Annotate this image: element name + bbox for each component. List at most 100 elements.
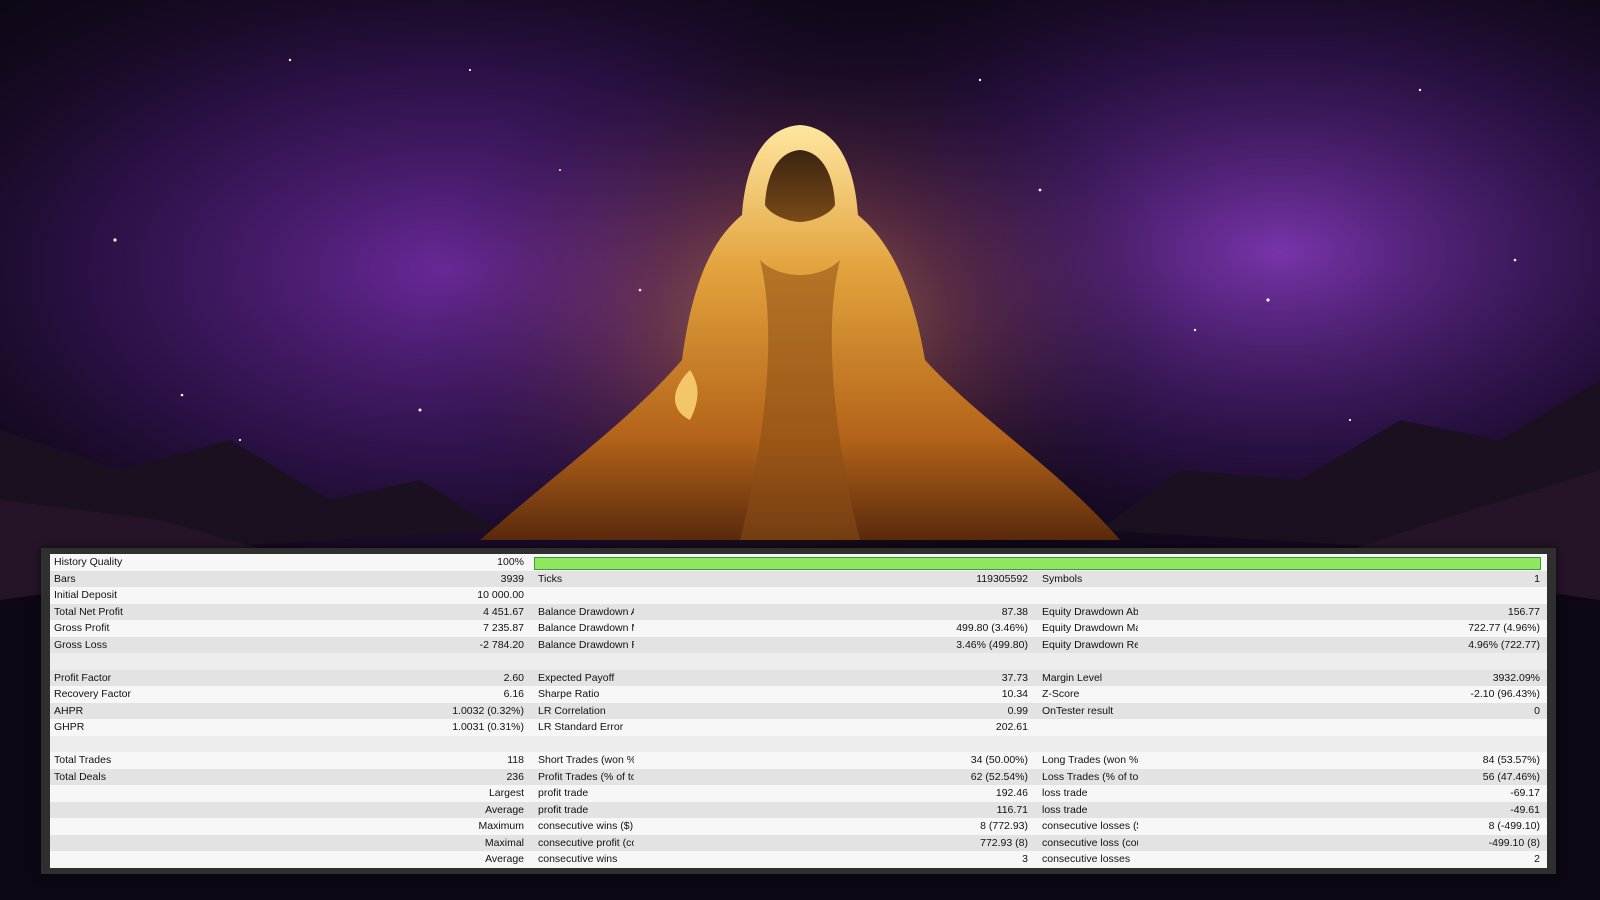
balance-dd-abs-label: Balance Drawdown Absolute <box>534 603 634 620</box>
average-consec-loss-label: consecutive losses <box>1038 851 1138 868</box>
expected-payoff-value: 37.73 <box>634 669 1038 686</box>
average-consec-profit-label: consecutive wins <box>534 851 634 868</box>
ticks-value: 119305592 <box>634 570 1038 587</box>
gross-loss-label: Gross Loss <box>50 636 150 653</box>
equity-dd-abs-label: Equity Drawdown Absolute <box>1038 603 1138 620</box>
equity-dd-rel-label: Equity Drawdown Relative <box>1038 636 1138 653</box>
largest-loss-value: -69.17 <box>1138 785 1547 802</box>
symbols-label: Symbols <box>1038 570 1138 587</box>
lr-std-error-value: 202.61 <box>634 719 1038 736</box>
row-maximal: Maximal consecutive profit (count) 772.9… <box>50 834 1547 851</box>
bars-label: Bars <box>50 570 150 587</box>
loss-trades-value: 56 (47.46%) <box>1138 768 1547 785</box>
history-quality-label: History Quality <box>50 554 150 571</box>
maximal-profit-value: 772.93 (8) <box>634 834 1038 851</box>
balance-dd-max-label: Balance Drawdown Maximal <box>534 620 634 637</box>
bars-value: 3939 <box>150 570 534 587</box>
total-deals-value: 236 <box>150 768 534 785</box>
ghpr-label: GHPR <box>50 719 150 736</box>
maximal-label: Maximal <box>150 834 534 851</box>
short-trades-label: Short Trades (won %) <box>534 752 634 769</box>
row-total-trades: Total Trades 118 Short Trades (won %) 34… <box>50 752 1547 769</box>
balance-dd-abs-value: 87.38 <box>634 603 1038 620</box>
largest-profit-label: profit trade <box>534 785 634 802</box>
recovery-factor-label: Recovery Factor <box>50 686 150 703</box>
z-score-label: Z-Score <box>1038 686 1138 703</box>
symbols-value: 1 <box>1138 570 1547 587</box>
average-consec-label: Average <box>150 851 534 868</box>
backtest-report-panel: History Quality 100% Bars 3939 Ticks 119… <box>41 548 1556 874</box>
maximal-loss-value: -499.10 (8) <box>1138 834 1547 851</box>
row-average-consecutive: Average consecutive wins 3 consecutive l… <box>50 851 1547 868</box>
row-total-deals: Total Deals 236 Profit Trades (% of tota… <box>50 768 1547 785</box>
gross-loss-value: -2 784.20 <box>150 636 534 653</box>
average-loss-value: -49.61 <box>1138 801 1547 818</box>
equity-dd-max-value: 722.77 (4.96%) <box>1138 620 1547 637</box>
total-deals-label: Total Deals <box>50 768 150 785</box>
balance-dd-max-value: 499.80 (3.46%) <box>634 620 1038 637</box>
maximum-profit-value: 8 (772.93) <box>634 818 1038 835</box>
profit-trades-value: 62 (52.54%) <box>634 768 1038 785</box>
maximum-loss-value: 8 (-499.10) <box>1138 818 1547 835</box>
total-net-profit-value: 4 451.67 <box>150 603 534 620</box>
margin-level-label: Margin Level <box>1038 669 1138 686</box>
ontester-label: OnTester result <box>1038 702 1138 719</box>
row-profit-factor: Profit Factor 2.60 Expected Payoff 37.73… <box>50 669 1547 686</box>
ahpr-value: 1.0032 (0.32%) <box>150 702 534 719</box>
largest-loss-label: loss trade <box>1038 785 1138 802</box>
profit-trades-label: Profit Trades (% of total) <box>534 768 634 785</box>
lr-std-error-label: LR Standard Error <box>534 719 634 736</box>
long-trades-label: Long Trades (won %) <box>1038 752 1138 769</box>
gross-profit-label: Gross Profit <box>50 620 150 637</box>
spacer-row <box>50 735 1547 752</box>
row-net-profit: Total Net Profit 4 451.67 Balance Drawdo… <box>50 603 1547 620</box>
sharpe-ratio-label: Sharpe Ratio <box>534 686 634 703</box>
equity-dd-abs-value: 156.77 <box>1138 603 1547 620</box>
ghpr-value: 1.0031 (0.31%) <box>150 719 534 736</box>
history-quality-progress-fill <box>535 557 1540 569</box>
largest-profit-value: 192.46 <box>634 785 1038 802</box>
maximum-loss-label: consecutive losses ($) <box>1038 818 1138 835</box>
margin-level-value: 3932.09% <box>1138 669 1547 686</box>
row-recovery-factor: Recovery Factor 6.16 Sharpe Ratio 10.34 … <box>50 686 1547 703</box>
average-consec-profit-value: 3 <box>634 851 1038 868</box>
history-quality-value: 100% <box>150 554 534 571</box>
average-consec-loss-value: 2 <box>1138 851 1547 868</box>
lr-correlation-value: 0.99 <box>634 702 1038 719</box>
ticks-label: Ticks <box>534 570 634 587</box>
row-initial-deposit: Initial Deposit 10 000.00 <box>50 587 1547 604</box>
ahpr-label: AHPR <box>50 702 150 719</box>
row-maximum: Maximum consecutive wins ($) 8 (772.93) … <box>50 818 1547 835</box>
row-gross-profit: Gross Profit 7 235.87 Balance Drawdown M… <box>50 620 1547 637</box>
row-average: Average profit trade 116.71 loss trade -… <box>50 801 1547 818</box>
maximum-label: Maximum <box>150 818 534 835</box>
maximal-loss-label: consecutive loss (count) <box>1038 834 1138 851</box>
long-trades-value: 84 (53.57%) <box>1138 752 1547 769</box>
total-trades-value: 118 <box>150 752 534 769</box>
initial-deposit-value: 10 000.00 <box>150 587 534 604</box>
total-trades-label: Total Trades <box>50 752 150 769</box>
row-bars: Bars 3939 Ticks 119305592 Symbols 1 <box>50 570 1547 587</box>
row-ghpr: GHPR 1.0031 (0.31%) LR Standard Error 20… <box>50 719 1547 736</box>
z-score-value: -2.10 (96.43%) <box>1138 686 1547 703</box>
average-profit-label: profit trade <box>534 801 634 818</box>
sharpe-ratio-value: 10.34 <box>634 686 1038 703</box>
largest-label: Largest <box>150 785 534 802</box>
maximal-profit-label: consecutive profit (count) <box>534 834 634 851</box>
balance-dd-rel-label: Balance Drawdown Relative <box>534 636 634 653</box>
lr-correlation-label: LR Correlation <box>534 702 634 719</box>
history-quality-progress-bar <box>534 556 1541 570</box>
equity-dd-rel-value: 4.96% (722.77) <box>1138 636 1547 653</box>
gross-profit-value: 7 235.87 <box>150 620 534 637</box>
average-loss-label: loss trade <box>1038 801 1138 818</box>
row-history-quality: History Quality 100% <box>50 554 1547 571</box>
ontester-value: 0 <box>1138 702 1547 719</box>
backtest-results-table: History Quality 100% Bars 3939 Ticks 119… <box>50 554 1547 868</box>
spacer-row <box>50 653 1547 670</box>
loss-trades-label: Loss Trades (% of total) <box>1038 768 1138 785</box>
maximum-profit-label: consecutive wins ($) <box>534 818 634 835</box>
profit-factor-value: 2.60 <box>150 669 534 686</box>
profit-factor-label: Profit Factor <box>50 669 150 686</box>
initial-deposit-label: Initial Deposit <box>50 587 150 604</box>
recovery-factor-value: 6.16 <box>150 686 534 703</box>
